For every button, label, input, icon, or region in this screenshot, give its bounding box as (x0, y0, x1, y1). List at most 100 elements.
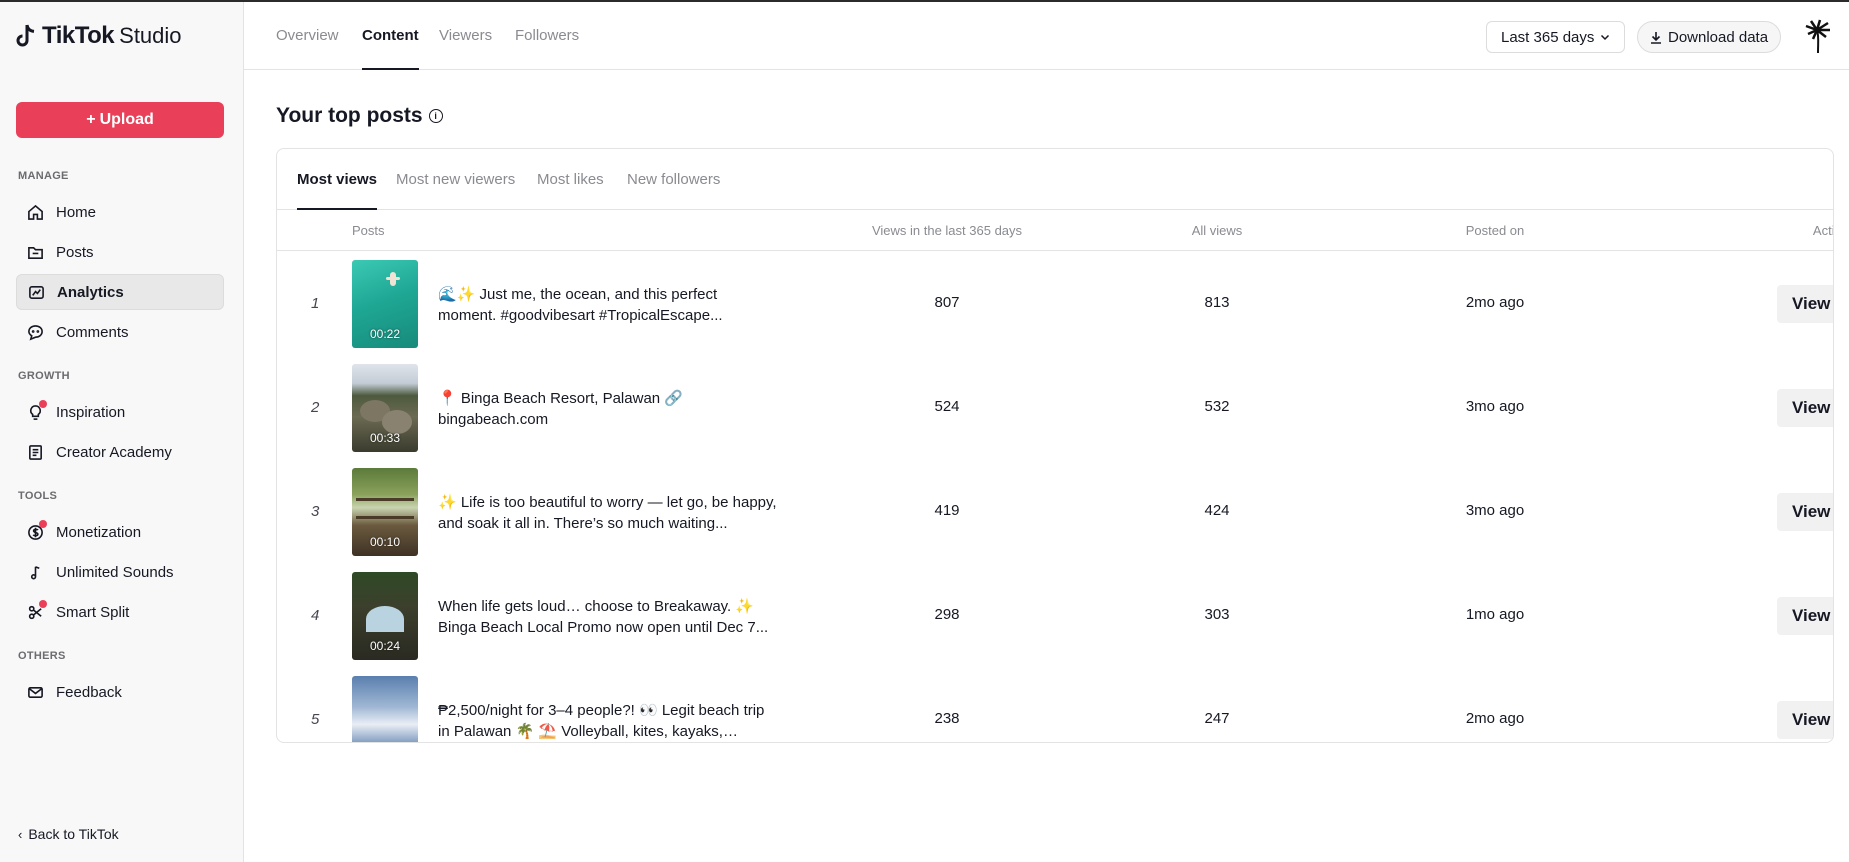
view-data-button[interactable]: View data (1777, 493, 1833, 531)
sidebar-item-feedback[interactable]: Feedback (16, 674, 224, 710)
sidebar-item-label: Unlimited Sounds (56, 563, 174, 581)
view-data-button[interactable]: View data (1777, 701, 1833, 739)
section-title-others: OTHERS (18, 650, 66, 662)
all-views-value: 532 (1204, 398, 1230, 415)
views-period-value: 807 (934, 294, 960, 311)
subtab-most-likes[interactable]: Most likes (537, 149, 604, 210)
table-row[interactable]: 1 00:22 🌊✨ Just me, the ocean, and this … (277, 252, 1833, 356)
posted-on-value: 2mo ago (1465, 294, 1525, 311)
sidebar-item-analytics[interactable]: Analytics (16, 274, 224, 310)
tiktok-studio-logo[interactable]: TikTok Studio (16, 22, 182, 50)
top-posts-card: Most views Most new viewers Most likes N… (276, 148, 1834, 743)
sidebar-item-inspiration[interactable]: Inspiration (16, 394, 224, 430)
post-caption[interactable]: ₱2,500/night for 3–4 people?! 👀 Legit be… (438, 700, 778, 742)
column-header-views-period: Views in the last 365 days (871, 223, 1023, 238)
view-data-button[interactable]: View data (1777, 285, 1833, 323)
table-row[interactable]: 2 00:33 📍 Binga Beach Resort, Palawan 🔗 … (277, 356, 1833, 460)
sidebar-item-posts[interactable]: Posts (16, 234, 224, 270)
sidebar: TikTok Studio + Upload MANAGE Home Posts… (0, 2, 244, 862)
plus-icon: + (86, 111, 96, 128)
notification-dot (39, 600, 47, 608)
date-range-label: Last 365 days (1501, 28, 1595, 46)
music-note-icon (26, 563, 44, 581)
all-views-value: 813 (1204, 294, 1230, 311)
sidebar-item-comments[interactable]: Comments (16, 314, 224, 350)
sidebar-item-label: Inspiration (56, 403, 126, 421)
tab-viewers[interactable]: Viewers (439, 2, 492, 70)
sidebar-item-monetization[interactable]: Monetization (16, 514, 224, 550)
comments-icon (26, 323, 44, 341)
sidebar-item-label: Posts (56, 243, 94, 261)
download-label: Download data (1668, 28, 1769, 46)
date-range-dropdown[interactable]: Last 365 days (1486, 21, 1626, 53)
column-header-posts: Posts (352, 223, 385, 238)
notification-dot (39, 520, 47, 528)
chevron-down-icon (1601, 34, 1610, 41)
chevron-left-icon: ‹ (18, 826, 23, 842)
video-duration: 00:10 (369, 535, 401, 549)
post-thumbnail[interactable] (352, 676, 418, 742)
sidebar-item-smart-split[interactable]: Smart Split (16, 594, 224, 630)
column-header-all-views: All views (1191, 223, 1243, 238)
posts-icon (26, 243, 44, 261)
sidebar-item-home[interactable]: Home (16, 194, 224, 230)
academy-icon (26, 443, 44, 461)
tab-followers[interactable]: Followers (515, 2, 579, 70)
table-row[interactable]: 4 00:24 When life gets loud… choose to B… (277, 564, 1833, 668)
tiktok-logo-icon (16, 24, 35, 47)
post-rank: 2 (311, 399, 320, 416)
post-caption[interactable]: ✨ Life is too beautiful to worry — let g… (438, 492, 778, 534)
top-posts-subtabs: Most views Most new viewers Most likes N… (277, 149, 1833, 210)
sidebar-item-label: Home (56, 203, 97, 221)
tab-overview[interactable]: Overview (276, 2, 339, 70)
home-icon (26, 203, 44, 221)
views-period-value: 298 (934, 606, 960, 623)
all-views-value: 247 (1204, 710, 1230, 727)
post-rank: 5 (311, 711, 320, 728)
back-to-tiktok-link[interactable]: ‹ Back to TikTok (18, 826, 119, 842)
post-rank: 1 (311, 295, 320, 312)
post-thumbnail[interactable]: 00:33 (352, 364, 418, 452)
subtab-new-followers[interactable]: New followers (627, 149, 720, 210)
post-thumbnail[interactable]: 00:22 (352, 260, 418, 348)
post-caption[interactable]: 🌊✨ Just me, the ocean, and this perfect … (438, 284, 778, 326)
page-title-text: Your top posts (276, 104, 423, 127)
table-row[interactable]: 5 ₱2,500/night for 3–4 people?! 👀 Legit … (277, 668, 1833, 742)
table-row[interactable]: 3 00:10 ✨ Life is too beautiful to worry… (277, 460, 1833, 564)
tab-content[interactable]: Content (362, 2, 419, 70)
subtab-most-views[interactable]: Most views (297, 149, 378, 210)
dollar-icon (26, 520, 47, 541)
post-thumbnail[interactable]: 00:24 (352, 572, 418, 660)
video-duration: 00:24 (369, 639, 401, 653)
post-caption[interactable]: When life gets loud… choose to Breakaway… (438, 596, 778, 638)
posted-on-value: 3mo ago (1465, 398, 1525, 415)
sidebar-item-label: Analytics (57, 283, 124, 301)
download-data-button[interactable]: Download data (1637, 21, 1782, 53)
all-views-value: 303 (1204, 606, 1230, 623)
lightbulb-icon (26, 400, 47, 421)
posted-on-value: 2mo ago (1465, 710, 1525, 727)
table-header: Posts Views in the last 365 days All vie… (277, 210, 1833, 251)
avatar[interactable] (1802, 18, 1834, 54)
view-data-button[interactable]: View data (1777, 597, 1833, 635)
section-title-manage: MANAGE (18, 170, 69, 182)
sidebar-item-creator-academy[interactable]: Creator Academy (16, 434, 224, 470)
sidebar-item-unlimited-sounds[interactable]: Unlimited Sounds (16, 554, 224, 590)
view-data-button[interactable]: View data (1777, 389, 1833, 427)
subtab-most-new-viewers[interactable]: Most new viewers (396, 149, 515, 210)
mail-icon (26, 683, 44, 701)
sidebar-item-label: Feedback (56, 683, 122, 701)
post-caption[interactable]: 📍 Binga Beach Resort, Palawan 🔗 bingabea… (438, 388, 778, 430)
views-period-value: 524 (934, 398, 960, 415)
info-icon[interactable]: i (428, 109, 443, 123)
post-thumbnail[interactable]: 00:10 (352, 468, 418, 556)
download-icon (1651, 31, 1661, 44)
notification-dot (39, 400, 47, 408)
upload-button[interactable]: + Upload (16, 102, 224, 138)
logo-text-main: TikTok (42, 22, 115, 49)
posted-on-value: 3mo ago (1465, 502, 1525, 519)
page-title: Your top posts i (276, 104, 443, 128)
posted-on-value: 1mo ago (1465, 606, 1525, 623)
upload-label: Upload (99, 111, 154, 128)
top-header: Overview Content Viewers Followers Last … (244, 2, 1849, 70)
